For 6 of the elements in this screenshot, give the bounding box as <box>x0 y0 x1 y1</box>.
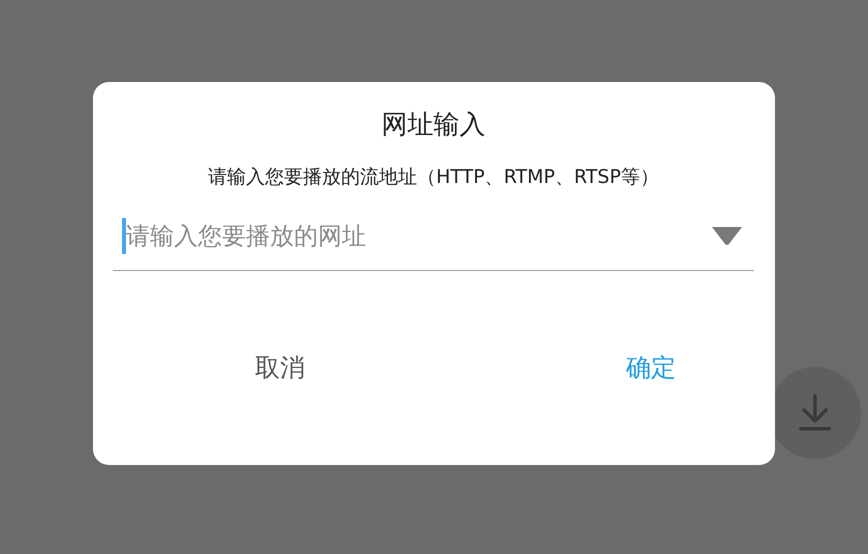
dialog-title: 网址输入 <box>380 109 486 141</box>
dropdown-triangle-icon[interactable] <box>710 224 744 246</box>
url-input-field[interactable]: 请输入您要播放的网址 <box>126 222 710 250</box>
dialog-message: 请输入您要播放的流地址（HTTP、RTMP、RTSP等） <box>207 165 660 190</box>
cancel-button[interactable]: 取消 <box>235 341 325 394</box>
download-icon <box>797 394 833 432</box>
